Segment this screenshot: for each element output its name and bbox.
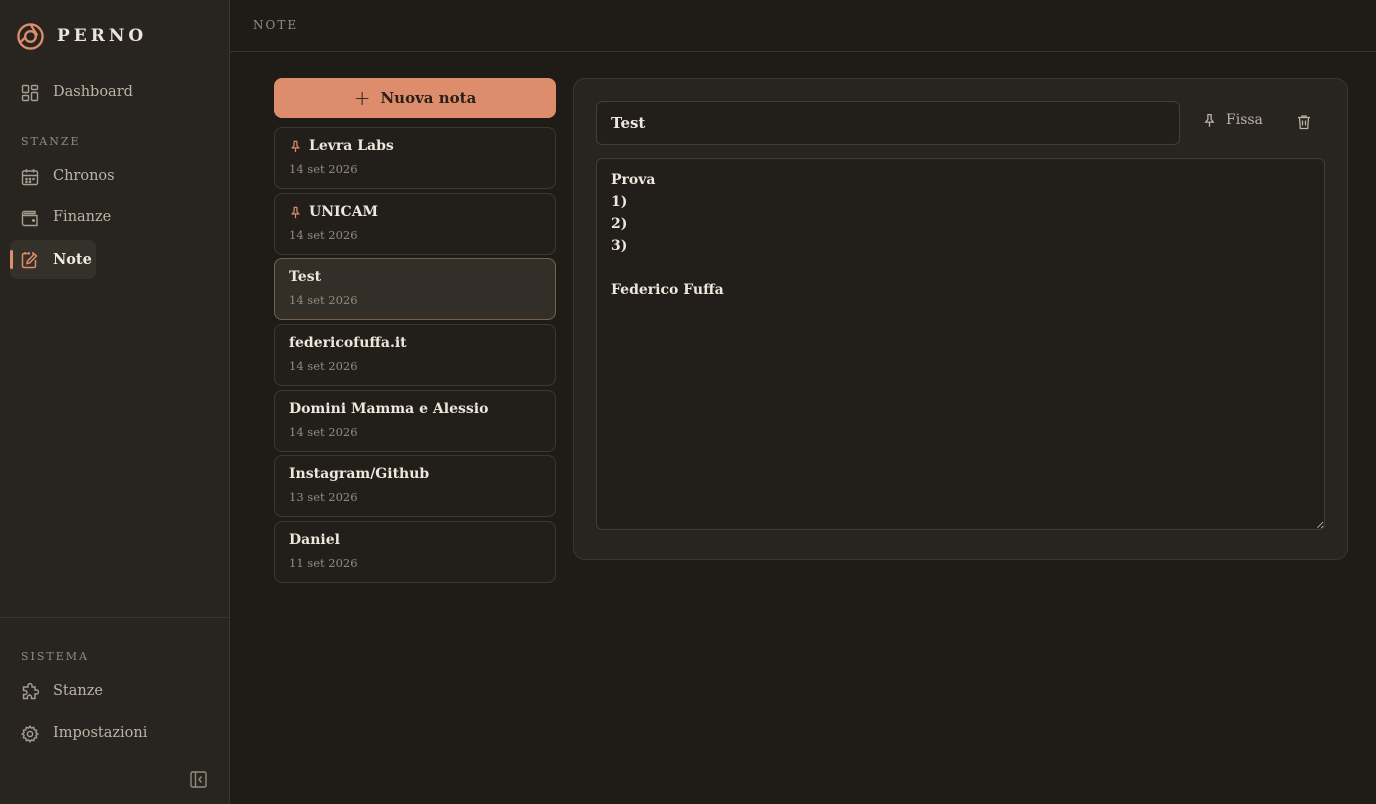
- topbar: NOTE: [230, 0, 1376, 52]
- dashboard-icon: [21, 84, 39, 102]
- sidebar-item-stanze[interactable]: Stanze: [10, 672, 140, 711]
- puzzle-icon: [22, 683, 39, 700]
- note-date: 14 set 2026: [289, 228, 358, 242]
- note-editor: Fissa Prova 1) 2) 3) Federico Fuffa: [573, 78, 1348, 560]
- collapse-sidebar-icon[interactable]: [190, 771, 207, 788]
- note-item-instagram-github[interactable]: Instagram/Github 13 set 2026: [274, 455, 556, 517]
- pin-icon: [290, 140, 301, 152]
- sidebar: PERNO Dashboard STANZE Chronos Finanze N…: [0, 0, 230, 804]
- note-date: 11 set 2026: [289, 556, 358, 570]
- note-title: Domini Mamma e Alessio: [289, 401, 489, 417]
- sidebar-item-label: Finanze: [53, 209, 112, 225]
- note-date: 14 set 2026: [289, 162, 358, 176]
- note-date: 14 set 2026: [289, 425, 358, 439]
- note-title: federicofuffa.it: [289, 335, 407, 351]
- note-title: Instagram/Github: [289, 466, 430, 482]
- note-title-row: Levra Labs: [289, 138, 394, 154]
- sidebar-item-chronos[interactable]: Chronos: [10, 157, 140, 196]
- note-date: 14 set 2026: [289, 293, 358, 307]
- section-label-system: SISTEMA: [21, 650, 89, 663]
- sidebar-item-note[interactable]: Note: [10, 240, 96, 279]
- sidebar-item-label: Impostazioni: [53, 725, 148, 741]
- brand-name: PERNO: [57, 26, 148, 46]
- page-title: NOTE: [253, 18, 299, 32]
- trash-icon[interactable]: [1296, 114, 1312, 130]
- wallet-icon: [21, 210, 38, 227]
- pin-button-label: Fissa: [1226, 112, 1263, 128]
- section-label-rooms: STANZE: [21, 135, 81, 148]
- note-title: Test: [289, 269, 322, 285]
- note-title: UNICAM: [309, 204, 379, 220]
- note-item-levra-labs[interactable]: Levra Labs 14 set 2026: [274, 127, 556, 189]
- note-edit-icon: [21, 252, 38, 269]
- note-date: 14 set 2026: [289, 359, 358, 373]
- note-item-daniel[interactable]: Daniel 11 set 2026: [274, 521, 556, 583]
- new-note-button[interactable]: + Nuova nota: [274, 78, 556, 118]
- note-body-textarea[interactable]: Prova 1) 2) 3) Federico Fuffa: [596, 158, 1325, 530]
- sidebar-item-label: Dashboard: [53, 84, 133, 100]
- note-item-domini[interactable]: Domini Mamma e Alessio 14 set 2026: [274, 390, 556, 452]
- sidebar-item-label: Note: [53, 251, 92, 268]
- sidebar-item-dashboard[interactable]: Dashboard: [10, 73, 140, 112]
- note-title: Daniel: [289, 532, 340, 548]
- note-title-row: UNICAM: [289, 204, 378, 220]
- note-title: Levra Labs: [309, 138, 394, 154]
- sidebar-item-label: Stanze: [53, 683, 103, 699]
- sidebar-item-label: Chronos: [53, 168, 115, 184]
- perno-logo-icon: [17, 22, 44, 50]
- note-date: 13 set 2026: [289, 490, 358, 504]
- note-title-input[interactable]: [596, 101, 1180, 145]
- plus-icon: +: [353, 86, 371, 110]
- calendar-icon: [21, 169, 39, 186]
- pin-icon: [290, 206, 301, 218]
- new-note-label: Nuova nota: [380, 89, 477, 107]
- note-item-unicam[interactable]: UNICAM 14 set 2026: [274, 193, 556, 255]
- gear-icon: [21, 725, 39, 743]
- brand[interactable]: PERNO: [16, 21, 147, 51]
- note-item-federicofuffa[interactable]: federicofuffa.it 14 set 2026: [274, 324, 556, 386]
- pin-button[interactable]: Fissa: [1202, 112, 1263, 128]
- sidebar-item-finanze[interactable]: Finanze: [10, 198, 140, 237]
- pin-icon: [1204, 113, 1215, 127]
- note-item-test[interactable]: Test 14 set 2026: [274, 258, 556, 320]
- sidebar-item-impostazioni[interactable]: Impostazioni: [10, 714, 160, 753]
- sidebar-divider: [0, 617, 229, 618]
